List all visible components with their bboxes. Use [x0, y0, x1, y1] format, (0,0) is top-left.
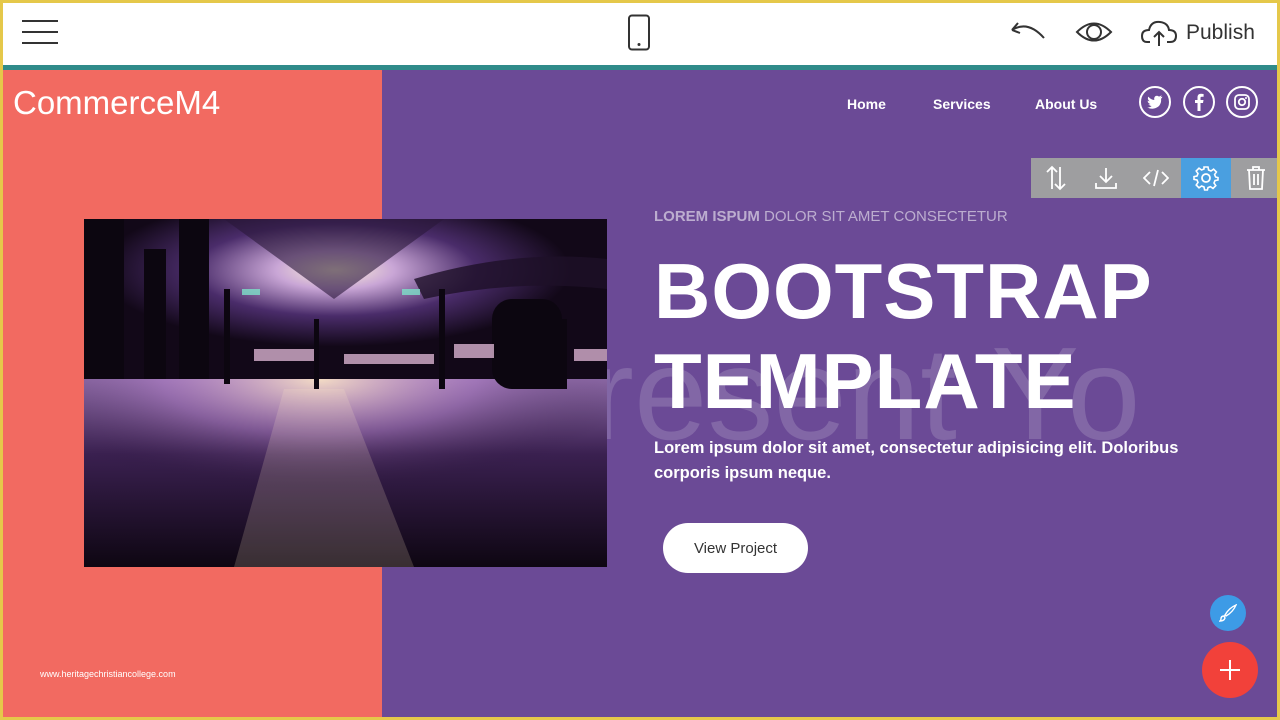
block-toolbar	[1031, 158, 1280, 198]
watermark-text: www.heritagechristiancollege.com	[40, 669, 176, 679]
plus-icon	[1220, 660, 1240, 680]
editor-topbar: Publish	[0, 0, 1280, 65]
publish-button[interactable]: Publish	[1140, 14, 1255, 52]
gear-icon[interactable]	[1181, 158, 1231, 198]
hero-image	[84, 219, 607, 567]
twitter-icon[interactable]	[1139, 86, 1171, 118]
hero-subtitle: LOREM ISPUM DOLOR SIT AMET CONSECTETUR	[654, 208, 1008, 225]
hamburger-menu-icon[interactable]	[22, 17, 60, 47]
eye-icon[interactable]	[1074, 17, 1114, 47]
nav-about-us[interactable]: About Us	[1035, 96, 1097, 112]
hero-headline-line2: TEMPLATE	[654, 337, 1077, 425]
facebook-icon[interactable]	[1183, 86, 1215, 118]
code-icon[interactable]	[1131, 158, 1181, 198]
publish-label: Publish	[1186, 21, 1255, 44]
brush-icon[interactable]	[1210, 595, 1246, 631]
mobile-phone-icon[interactable]	[627, 14, 651, 51]
hero-subtitle-rest: DOLOR SIT AMET CONSECTETUR	[759, 208, 1008, 225]
nav-home[interactable]: Home	[847, 96, 886, 112]
cloud-upload-icon	[1140, 20, 1178, 46]
add-block-button[interactable]	[1202, 642, 1258, 698]
nav-services[interactable]: Services	[933, 96, 991, 112]
download-icon[interactable]	[1081, 158, 1131, 198]
hero-subtitle-bold: LOREM ISPUM	[654, 208, 760, 225]
hero-headline-line1: BOOTSTRAP	[654, 247, 1153, 335]
trash-icon[interactable]	[1231, 158, 1280, 198]
view-project-button[interactable]: View Project	[663, 523, 808, 573]
undo-icon[interactable]	[1008, 18, 1048, 46]
hero-headline: BOOTSTRAP TEMPLATE	[654, 246, 1153, 426]
reorder-icon[interactable]	[1031, 158, 1081, 198]
instagram-icon[interactable]	[1226, 86, 1258, 118]
hero-body: Lorem ipsum dolor sit amet, consectetur …	[654, 439, 1179, 482]
site-brand[interactable]: CommerceM4	[13, 84, 220, 122]
